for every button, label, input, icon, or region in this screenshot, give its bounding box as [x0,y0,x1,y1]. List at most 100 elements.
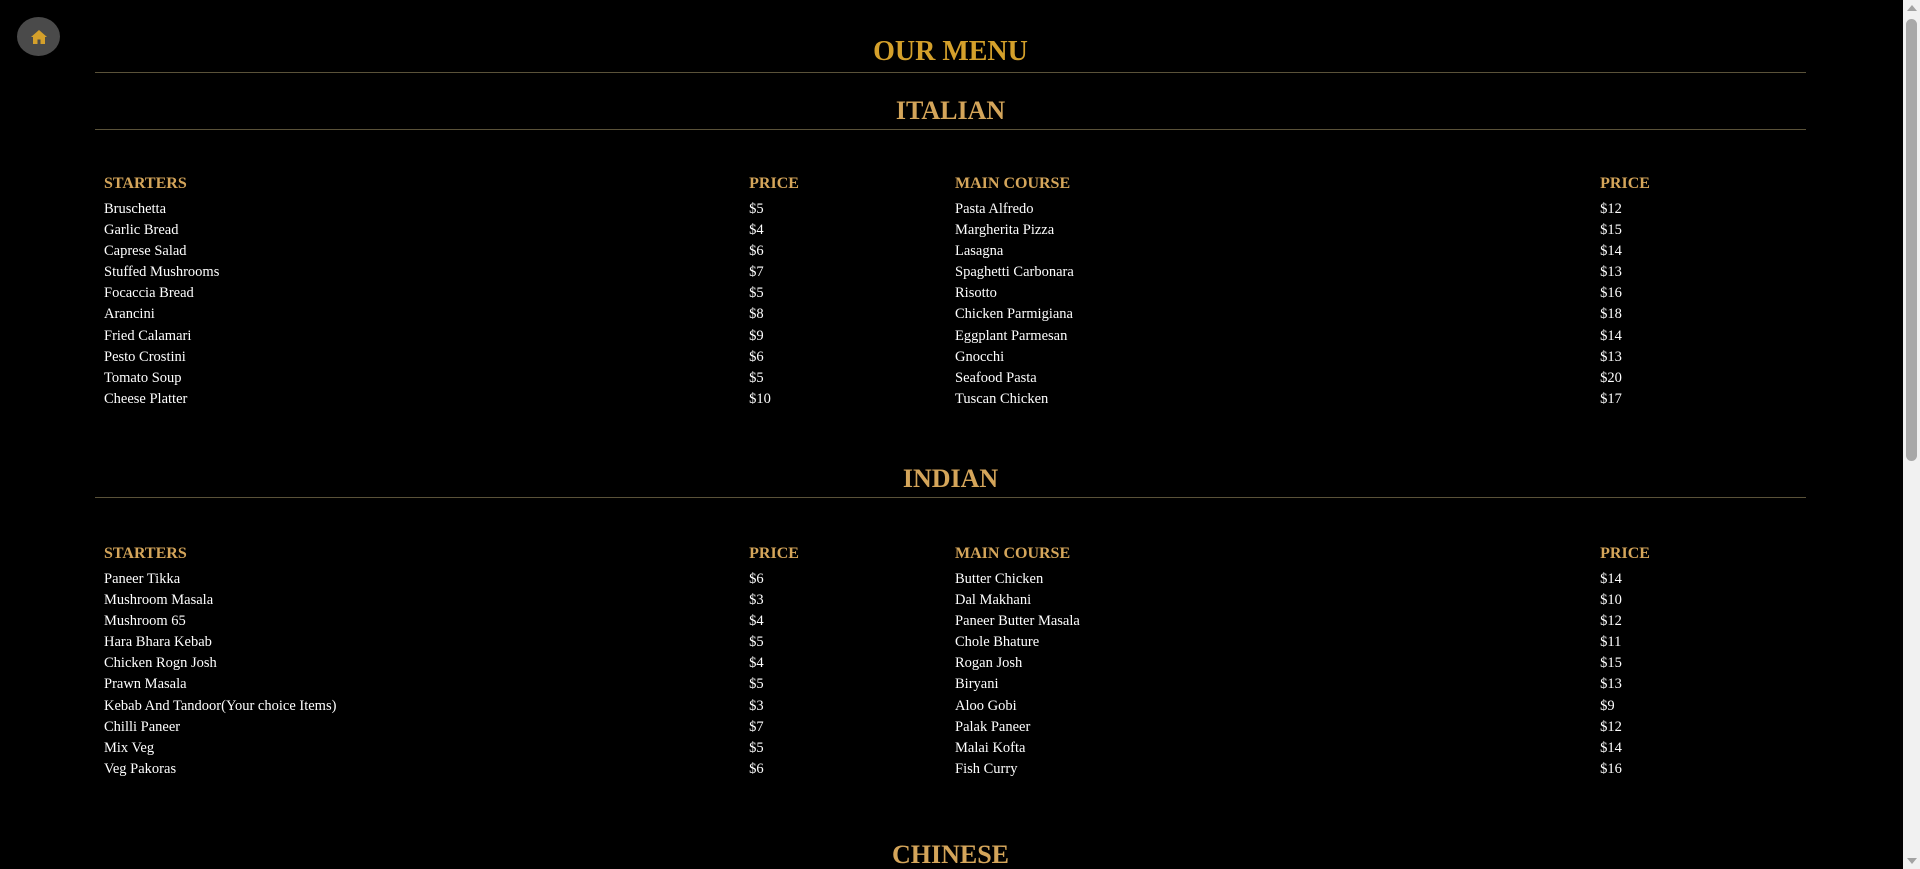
scrollbar-thumb[interactable] [1906,19,1917,461]
main-course-column: MAIN COURSE Pasta Alfredo Margherita Pizz… [955,173,1600,410]
menu-item-name: Rogan Josh [955,655,1023,672]
starters-header: STARTERS [104,544,187,562]
menu-item-price: $12 [1600,613,1622,630]
vertical-scrollbar[interactable] [1903,0,1920,869]
price-header: PRICE [749,175,799,192]
main-course-header: MAIN COURSE [955,544,1071,562]
menu-item-price: $5 [749,676,764,693]
menu-item-name: Biryani [955,676,999,693]
section-indian: INDIAN STARTERS Paneer Tikka Mushroom Mas… [95,464,1806,780]
menu-item-price: $3 [749,592,764,609]
section-chinese: CHINESE [95,840,1806,869]
menu-item-name: Aloo Gobi [955,697,1017,714]
menu-item-name: Chicken Rogn Josh [104,655,217,672]
menu-item-price: $14 [1600,739,1622,756]
starters-list: Paneer Tikka Mushroom Masala Mushroom 65 Ha… [104,569,749,780]
price-header: PRICE [1600,175,1650,192]
menu-item-price: $17 [1600,390,1622,407]
menu-item-price: $16 [1600,285,1622,302]
section-title: CHINESE [95,840,1806,869]
main-course-header: MAIN COURSE [955,175,1071,192]
menu-item-price: $5 [749,201,764,217]
menu-item-price: $6 [749,243,764,260]
menu-item-name: Dal Makhani [955,592,1032,609]
menu-item-name: Hara Bhara Kebab [104,634,212,651]
main-course-list: Butter Chicken Dal Makhani Paneer Butter M… [955,569,1600,780]
menu-item-price: $8 [749,306,764,323]
starters-price-column: PRICE $5 $4 $6 $7 $5 $8 $9 $6 $5 $10 [749,173,955,410]
menu-item-name: Palak Paneer [955,718,1031,735]
menu-item-price: $12 [1600,201,1622,217]
menu-item-name: Cheese Platter [104,390,188,407]
starters-price-column: PRICE $6 $3 $4 $5 $4 $5 $3 $7 $5 $6 [749,543,955,780]
menu-item-name: Veg Pakoras [104,760,177,777]
menu-item-price: $14 [1600,570,1622,587]
main-course-price-column: PRICE $12 $15 $14 $13 $16 $18 $14 $13 $20 $17 [1600,173,1806,410]
menu-item-name: Tuscan Chicken [955,390,1049,407]
menu-item-price: $16 [1600,760,1622,777]
starters-column: STARTERS Paneer Tikka Mushroom Masala Mush… [104,543,749,780]
menu-item-price: $5 [749,285,764,302]
menu-item-name: Kebab And Tandoor(Your choice Items) [104,697,337,714]
menu-item-name: Seafood Pasta [955,369,1037,386]
menu-item-price: $15 [1600,655,1622,672]
menu-item-price: $11 [1600,634,1622,651]
menu-item-name: Fried Calamari [104,327,192,344]
menu-item-name: Eggplant Parmesan [955,327,1068,344]
scroll-up-arrow-icon[interactable] [1907,5,1917,11]
starters-list: Bruschetta Garlic Bread Caprese Salad Stuff… [104,199,749,410]
menu-item-price: $7 [749,718,764,735]
menu-item-name: Prawn Masala [104,676,187,693]
menu-page: OUR MENU ITALIAN STARTERS Bruschetta Garl… [0,0,1920,869]
main-course-price-list: $14 $10 $12 $11 $15 $13 $9 $12 $14 $16 [1600,569,1806,780]
menu-item-name: Lasagna [955,243,1004,260]
menu-item-price: $12 [1600,718,1622,735]
menu-item-price: $15 [1600,222,1622,239]
main-course-list: Pasta Alfredo Margherita Pizza Lasagna Spag… [955,199,1600,410]
menu-item-name: Margherita Pizza [955,222,1055,239]
menu-item-name: Pasta Alfredo [955,201,1034,217]
page-title: OUR MENU [95,0,1806,73]
menu-item-price: $5 [749,369,764,386]
price-header: PRICE [749,544,799,562]
menu-item-price: $5 [749,634,764,651]
menu-item-price: $20 [1600,369,1622,386]
section-title: INDIAN [95,464,1806,498]
price-header: PRICE [1600,544,1650,562]
menu-item-price: $13 [1600,676,1622,693]
menu-item-price: $13 [1600,348,1622,365]
menu-item-name: Malai Kofta [955,739,1026,756]
menu-item-price: $6 [749,760,764,777]
starters-column: STARTERS Bruschetta Garlic Bread Caprese S… [104,173,749,410]
menu-item-price: $13 [1600,264,1622,281]
menu-item-name: Arancini [104,306,155,323]
menu-item-name: Chole Bhature [955,634,1040,651]
menu-item-price: $5 [749,739,764,756]
menu-item-name: Tomato Soup [104,369,182,386]
menu-item-price: $4 [749,613,764,630]
menu-item-name: Caprese Salad [104,243,187,260]
menu-item-name: Paneer Tikka [104,570,181,587]
main-course-price-column: PRICE $14 $10 $12 $11 $15 $13 $9 $12 $14 $16 [1600,543,1806,780]
home-button[interactable] [17,17,60,56]
menu-content: OUR MENU ITALIAN STARTERS Bruschetta Garl… [95,0,1806,869]
menu-item-price: $4 [749,655,764,672]
menu-item-name: Stuffed Mushrooms [104,264,220,281]
menu-item-name: Focaccia Bread [104,285,194,302]
starters-price-list: $5 $4 $6 $7 $5 $8 $9 $6 $5 $10 [749,199,955,410]
menu-item-name: Spaghetti Carbonara [955,264,1074,281]
menu-item-price: $7 [749,264,764,281]
scroll-down-arrow-icon[interactable] [1907,858,1917,864]
menu-item-name: Mushroom 65 [104,613,186,630]
menu-item-name: Mushroom Masala [104,592,214,609]
menu-item-name: Gnocchi [955,348,1005,365]
menu-item-price: $10 [1600,592,1622,609]
menu-item-price: $18 [1600,306,1622,323]
menu-item-name: Chilli Paneer [104,718,181,735]
main-course-column: MAIN COURSE Butter Chicken Dal Makhani Pan… [955,543,1600,780]
menu-item-price: $14 [1600,327,1622,344]
menu-item-price: $3 [749,697,764,714]
menu-item-price: $6 [749,570,764,587]
menu-item-price: $10 [749,390,771,407]
menu-item-name: Paneer Butter Masala [955,613,1080,630]
